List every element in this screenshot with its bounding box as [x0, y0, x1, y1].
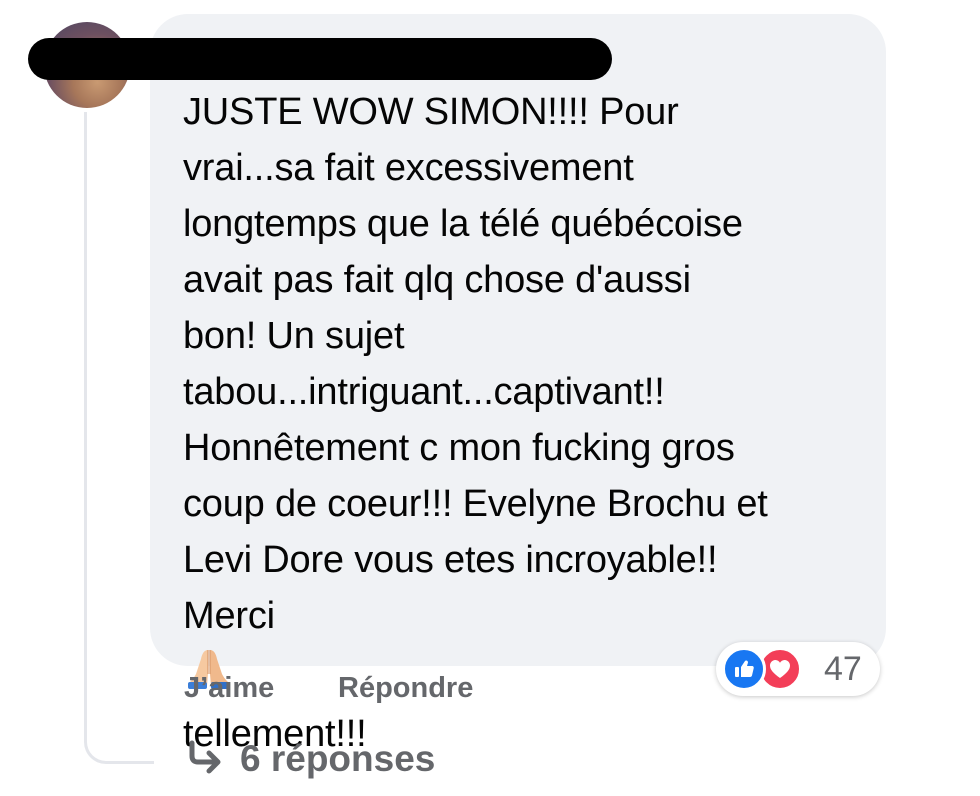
- comment-line: JUSTE WOW SIMON!!!! Pour: [183, 91, 679, 133]
- comment-line: Levi Dore vous etes incroyable!!: [183, 539, 718, 581]
- comment-line: avait pas fait qlq chose d'aussi: [183, 259, 691, 301]
- reply-thread-line: [84, 112, 154, 764]
- comment-line: longtemps que la télé québécoise: [183, 203, 743, 245]
- comment-line: bon! Un sujet: [183, 315, 405, 357]
- view-replies-link[interactable]: 6 réponses: [186, 736, 435, 782]
- replies-label: 6 réponses: [240, 738, 436, 779]
- like-button[interactable]: J’aime: [184, 670, 274, 706]
- reactions-summary[interactable]: 47: [716, 642, 880, 696]
- comment-text-before-emoji: Merci: [183, 595, 275, 637]
- author-name-redaction: [28, 38, 612, 80]
- reaction-count: 47: [824, 650, 862, 688]
- comment-line: Honnêtement c mon fucking gros: [183, 427, 735, 469]
- reply-button[interactable]: Répondre: [338, 670, 473, 706]
- reply-arrow-icon: [186, 740, 226, 779]
- like-icon: [722, 647, 766, 691]
- comment-line: vrai...sa fait excessivement: [183, 147, 634, 189]
- comment-line: coup de coeur!!! Evelyne Brochu et: [183, 483, 768, 525]
- comment-line: tabou...intriguant...captivant!!: [183, 371, 665, 413]
